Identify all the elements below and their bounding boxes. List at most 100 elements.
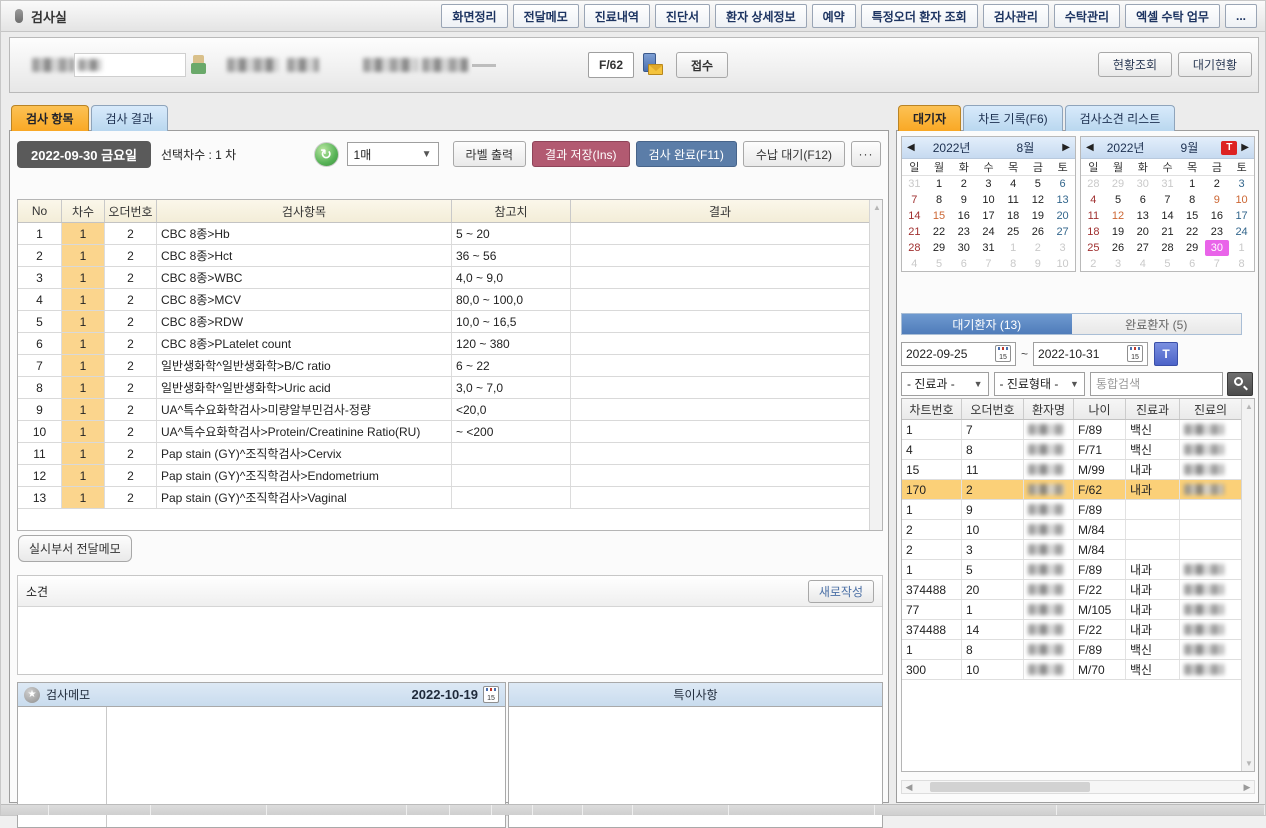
exam-table-row[interactable]: 812일반생화학^일반생화학>Uric acid3,0 ~ 7,0 — [18, 377, 869, 399]
calendar-day[interactable]: 8 — [1001, 256, 1026, 272]
waiting-patient-row[interactable]: 1702F/62내과 — [902, 480, 1241, 500]
calendar-day[interactable]: 3 — [1050, 240, 1075, 256]
calendar-day[interactable]: 17 — [976, 208, 1001, 224]
calendar-day[interactable]: 23 — [951, 224, 976, 240]
calendar-day[interactable]: 16 — [1205, 208, 1230, 224]
tab-exam-results[interactable]: 검사 결과 — [91, 105, 169, 131]
calendar-day[interactable]: 5 — [1106, 192, 1131, 208]
calendar-day[interactable]: 4 — [1081, 192, 1106, 208]
label-print-button[interactable]: 라벨 출력 — [453, 141, 527, 167]
waiting-patient-row[interactable]: 771M/105내과 — [902, 600, 1241, 620]
calendar-day[interactable]: 29 — [1180, 240, 1205, 256]
dept-memo-button[interactable]: 실시부서 전달메모 — [18, 535, 132, 562]
exam-table-row[interactable]: 112CBC 8종>Hb5 ~ 20 — [18, 223, 869, 245]
calendar-day[interactable]: 31 — [902, 176, 927, 192]
calendar-day[interactable]: 12 — [1106, 208, 1131, 224]
exam-table-scrollbar[interactable]: ▲ — [869, 200, 882, 530]
patient-id-input[interactable] — [74, 53, 186, 77]
calendar-icon[interactable]: 15 — [1127, 345, 1143, 362]
waiting-table-scrollbar[interactable]: ▲▼ — [1241, 399, 1254, 771]
calendar-day[interactable]: 13 — [1130, 208, 1155, 224]
calendar-day[interactable]: 5 — [927, 256, 952, 272]
waiting-patient-row[interactable]: 23M/84 — [902, 540, 1241, 560]
calendar-day[interactable]: 2 — [1081, 256, 1106, 272]
calendar-day[interactable]: 11 — [1001, 192, 1026, 208]
calendar-day[interactable]: 5 — [1155, 256, 1180, 272]
calendar-day[interactable]: 3 — [1106, 256, 1131, 272]
calendar-day[interactable]: 1 — [1001, 240, 1026, 256]
calendar-day[interactable]: 29 — [927, 240, 952, 256]
calendar-day[interactable]: 1 — [1180, 176, 1205, 192]
next-month-icon[interactable]: ▶ — [1062, 142, 1070, 153]
exam-table-row[interactable]: 712일반생화학^일반생화학>B/C ratio6 ~ 22 — [18, 355, 869, 377]
wait-status-button[interactable]: 대기현황 — [1178, 52, 1252, 77]
receipt-button[interactable]: 접수 — [676, 52, 728, 78]
toolbar-button[interactable]: 진료내역 — [584, 4, 650, 28]
calendar-day[interactable]: 8 — [1180, 192, 1205, 208]
calendar-day[interactable]: 21 — [902, 224, 927, 240]
calendar-day[interactable]: 22 — [927, 224, 952, 240]
calendar-day[interactable]: 30 — [1205, 240, 1230, 256]
exam-table-row[interactable]: 1012UA^특수요화학검사>Protein/Creatinine Ratio(… — [18, 421, 869, 443]
calendar-day[interactable]: 7 — [1155, 192, 1180, 208]
calendar-day[interactable]: 3 — [1229, 176, 1254, 192]
calendar-day[interactable]: 20 — [1050, 208, 1075, 224]
calendar-day[interactable]: 25 — [1001, 224, 1026, 240]
calendar-day[interactable]: 22 — [1180, 224, 1205, 240]
exam-table-row[interactable]: 412CBC 8종>MCV80,0 ~ 100,0 — [18, 289, 869, 311]
new-opinion-button[interactable]: 새로작성 — [808, 580, 874, 603]
calendar-day[interactable]: 28 — [1081, 176, 1106, 192]
calendar-day[interactable]: 18 — [1001, 208, 1026, 224]
calendar-day[interactable]: 7 — [1205, 256, 1230, 272]
calendar-day[interactable]: 13 — [1050, 192, 1075, 208]
calendar-day[interactable]: 7 — [902, 192, 927, 208]
calendar-day[interactable]: 3 — [976, 176, 1001, 192]
calendar-day[interactable]: 6 — [1050, 176, 1075, 192]
waiting-patient-row[interactable]: 30010M/70백신 — [902, 660, 1241, 680]
calendar-day[interactable]: 6 — [1180, 256, 1205, 272]
calendar-day[interactable]: 15 — [927, 208, 952, 224]
calendar-day[interactable]: 24 — [1229, 224, 1254, 240]
exam-table-row[interactable]: 512CBC 8종>RDW10,0 ~ 16,5 — [18, 311, 869, 333]
scroll-right-icon[interactable]: ▶ — [1240, 782, 1254, 793]
exam-table-row[interactable]: 1212Pap stain (GY)^조직학검사>Endometrium — [18, 465, 869, 487]
exam-table-row[interactable]: 1312Pap stain (GY)^조직학검사>Vaginal — [18, 487, 869, 509]
calendar-day[interactable]: 31 — [976, 240, 1001, 256]
calendar-day[interactable]: 4 — [1001, 176, 1026, 192]
today-marker[interactable]: T — [1221, 141, 1237, 155]
calendar-day[interactable]: 7 — [976, 256, 1001, 272]
calendar-day[interactable]: 5 — [1026, 176, 1051, 192]
dept-select[interactable]: - 진료과 - ▼ — [901, 372, 989, 396]
calendar-day[interactable]: 10 — [976, 192, 1001, 208]
calendar-day[interactable]: 27 — [1050, 224, 1075, 240]
toolbar-button[interactable]: 화면정리 — [441, 4, 507, 28]
calendar-day[interactable]: 10 — [1229, 192, 1254, 208]
refresh-icon[interactable]: ↻ — [314, 142, 339, 167]
calendar-day[interactable]: 27 — [1130, 240, 1155, 256]
tab-done-patients[interactable]: 완료환자 (5) — [1072, 314, 1242, 334]
calendar-day[interactable]: 2 — [1205, 176, 1230, 192]
calendar-day[interactable]: 11 — [1081, 208, 1106, 224]
calendar-day[interactable]: 9 — [1026, 256, 1051, 272]
tab-opinion-list[interactable]: 검사소견 리스트 — [1065, 105, 1176, 131]
tab-waiting-list[interactable]: 대기자 — [898, 105, 961, 131]
calendar-day[interactable]: 15 — [1180, 208, 1205, 224]
opinion-textarea[interactable] — [18, 607, 882, 675]
tab-waiting-patients[interactable]: 대기환자 (13) — [902, 314, 1072, 334]
next-month-icon[interactable]: ▶ — [1241, 142, 1249, 153]
toolbar-button[interactable]: ... — [1225, 4, 1257, 28]
calendar-day[interactable]: 26 — [1106, 240, 1131, 256]
calendar-icon[interactable]: 15 — [995, 345, 1011, 362]
calendar-day[interactable]: 28 — [1155, 240, 1180, 256]
toolbar-button[interactable]: 수탁관리 — [1054, 4, 1120, 28]
exam-table-row[interactable]: 912UA^특수요화학검사>미량알부민검사-정량<20,0 — [18, 399, 869, 421]
calendar-day[interactable]: 9 — [951, 192, 976, 208]
calendar-day[interactable]: 2 — [951, 176, 976, 192]
exam-table-row[interactable]: 312CBC 8종>WBC4,0 ~ 9,0 — [18, 267, 869, 289]
waiting-patient-row[interactable]: 1511M/99내과 — [902, 460, 1241, 480]
status-inquiry-button[interactable]: 현황조회 — [1098, 52, 1172, 77]
calendar-day[interactable]: 18 — [1081, 224, 1106, 240]
calendar-day[interactable]: 19 — [1026, 208, 1051, 224]
date-from-input[interactable]: 2022-09-25 15 — [901, 342, 1016, 366]
calendar-day[interactable]: 24 — [976, 224, 1001, 240]
